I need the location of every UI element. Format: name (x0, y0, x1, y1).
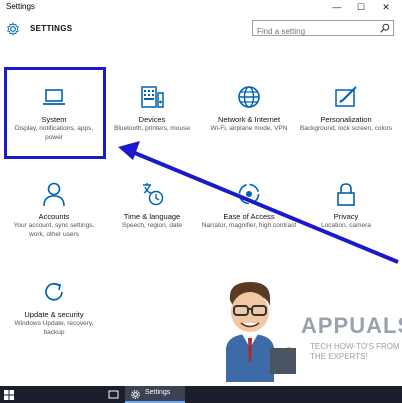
watermark-tagline: TECH HOW-TO'S FROM THE EXPERTS! (310, 342, 400, 362)
task-view-icon[interactable] (108, 389, 119, 400)
taskbar-search[interactable] (20, 388, 100, 401)
watermark-brand: APPUALS (301, 313, 402, 338)
watermark-tagline-line-2: THE EXPERTS! (310, 352, 368, 361)
taskbar-settings-app[interactable]: Settings (125, 386, 185, 403)
mascot-illustration (226, 282, 296, 382)
settings-window: Settings — ☐ ✕ SETTINGS System Display, … (0, 0, 402, 382)
start-button-icon[interactable] (4, 390, 14, 400)
taskbar-app-label: Settings (145, 389, 171, 396)
taskbar: Settings (0, 386, 402, 403)
gear-icon (131, 390, 140, 399)
watermark-tagline-line-1: TECH HOW-TO'S FROM (310, 342, 400, 351)
